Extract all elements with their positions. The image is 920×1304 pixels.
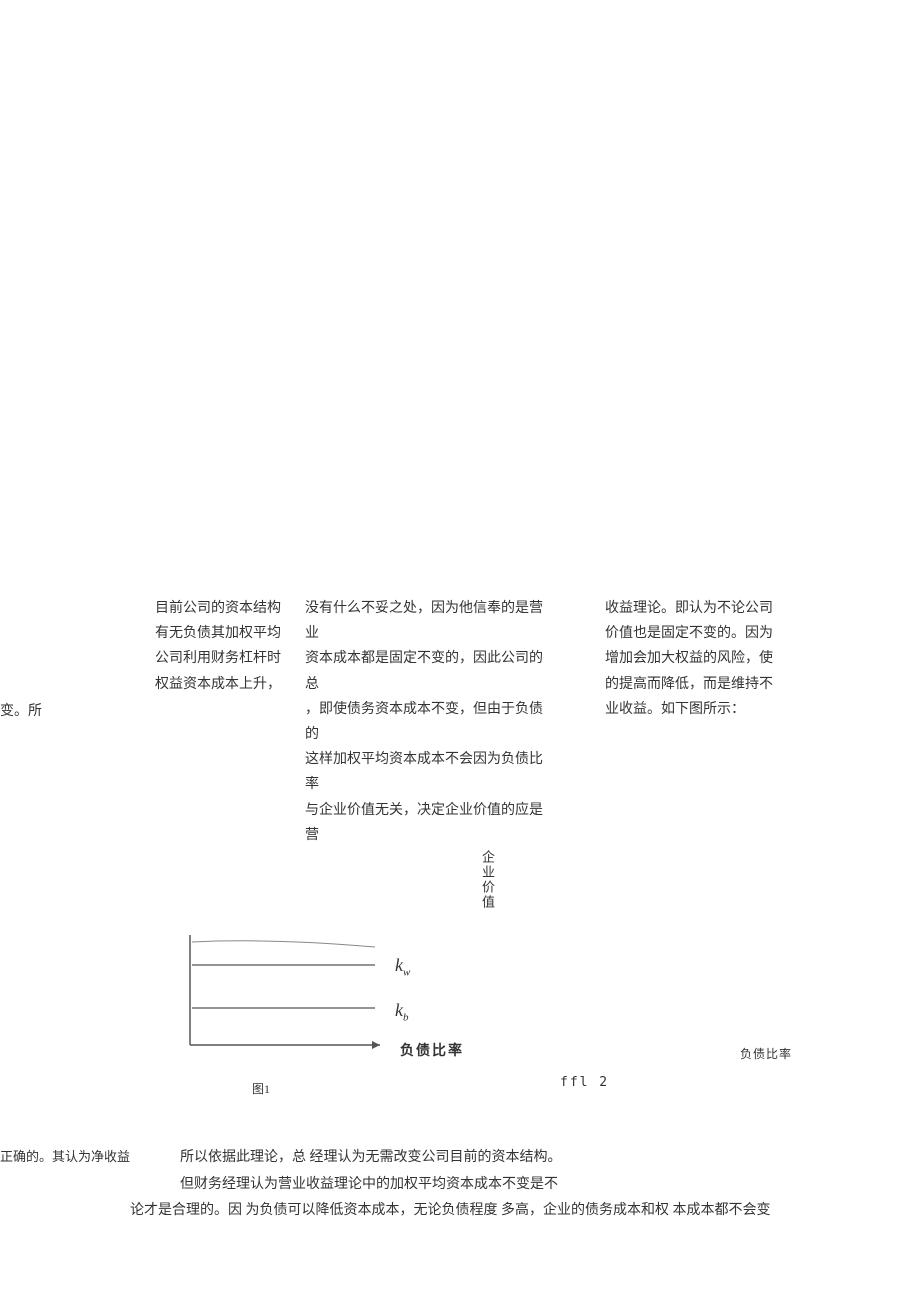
bottom-right-text: 所以依据此理论，总 经理认为无需改变公司目前的资本结构。 xyxy=(180,1145,562,1172)
text-line: 业收益。如下图所示： xyxy=(605,697,785,722)
text-line: 权益资本成本上升， xyxy=(155,672,285,697)
text-line: 这样加权平均资本成本不会因为负债比率 xyxy=(305,747,555,797)
paragraph-columns: 目前公司的资本结构 有无负债其加权平均 公司利用财务杠杆时 权益资本成本上升， … xyxy=(155,596,855,848)
column-a: 目前公司的资本结构 有无负债其加权平均 公司利用财务杠杆时 权益资本成本上升， xyxy=(155,596,285,848)
x-axis-label: 负债比率 xyxy=(400,1040,464,1060)
top-curve-line xyxy=(192,941,375,947)
figure-1-caption: 图1 xyxy=(252,1080,270,1097)
text-line: 公司利用财务杠杆时 xyxy=(155,646,285,671)
figure-2-caption: ffl 2 xyxy=(560,1075,609,1090)
text-line: 与企业价值无关，决定企业价值的应是营 xyxy=(305,798,555,848)
left-margin-text: 变。所 xyxy=(0,700,42,720)
vertical-axis-label: 企业价值 xyxy=(478,850,497,910)
column-c: 收益理论。即认为不论公司 价值也是固定不变的。因为 增加会加大权益的风险，使 的… xyxy=(605,596,785,848)
text-line: 的提高而降低，而是维持不 xyxy=(605,672,785,697)
k-symbol: k xyxy=(395,955,403,975)
bottom-row-1: 正确的。其认为净收益 所以依据此理论，总 经理认为无需改变公司目前的资本结构。 xyxy=(0,1145,880,1172)
w-subscript: w xyxy=(403,967,410,979)
bottom-left-text: 正确的。其认为净收益 xyxy=(0,1145,155,1172)
column-group: 目前公司的资本结构 有无负债其加权平均 公司利用财务杠杆时 权益资本成本上升， … xyxy=(155,596,855,848)
text-line: 有无负债其加权平均 xyxy=(155,621,285,646)
bottom-row-3: 论才是合理的。因 为负债可以降低资本成本，无论负债程度 多高，企业的债务成本和权… xyxy=(130,1198,880,1225)
text-line: 增加会加大权益的风险，使 xyxy=(605,646,785,671)
k-symbol: k xyxy=(395,1000,403,1020)
text-line: 资本成本都是固定不变的，因此公司的总 xyxy=(305,646,555,696)
right-x-axis-label: 负债比率 xyxy=(740,1045,792,1062)
kb-label: kb xyxy=(395,1000,409,1024)
text-line: 价值也是固定不变的。因为 xyxy=(605,621,785,646)
arrow-right-icon xyxy=(372,1041,380,1049)
text-line: 没有什么不妥之处，因为他信奉的是营业 xyxy=(305,596,555,646)
bottom-paragraph: 正确的。其认为净收益 所以依据此理论，总 经理认为无需改变公司目前的资本结构。 … xyxy=(0,1145,880,1225)
text-line: 目前公司的资本结构 xyxy=(155,596,285,621)
column-b: 没有什么不妥之处，因为他信奉的是营业 资本成本都是固定不变的，因此公司的总 ，即… xyxy=(305,596,555,848)
bottom-row-2: 但财务经理认为营业收益理论中的加权平均资本成本不变是不 xyxy=(180,1172,880,1199)
kw-label: kw xyxy=(395,955,410,979)
text-line: 收益理论。即认为不论公司 xyxy=(605,596,785,621)
text-line: ，即使债务资本成本不变，但由于负债的 xyxy=(305,697,555,747)
b-subscript: b xyxy=(403,1012,409,1024)
